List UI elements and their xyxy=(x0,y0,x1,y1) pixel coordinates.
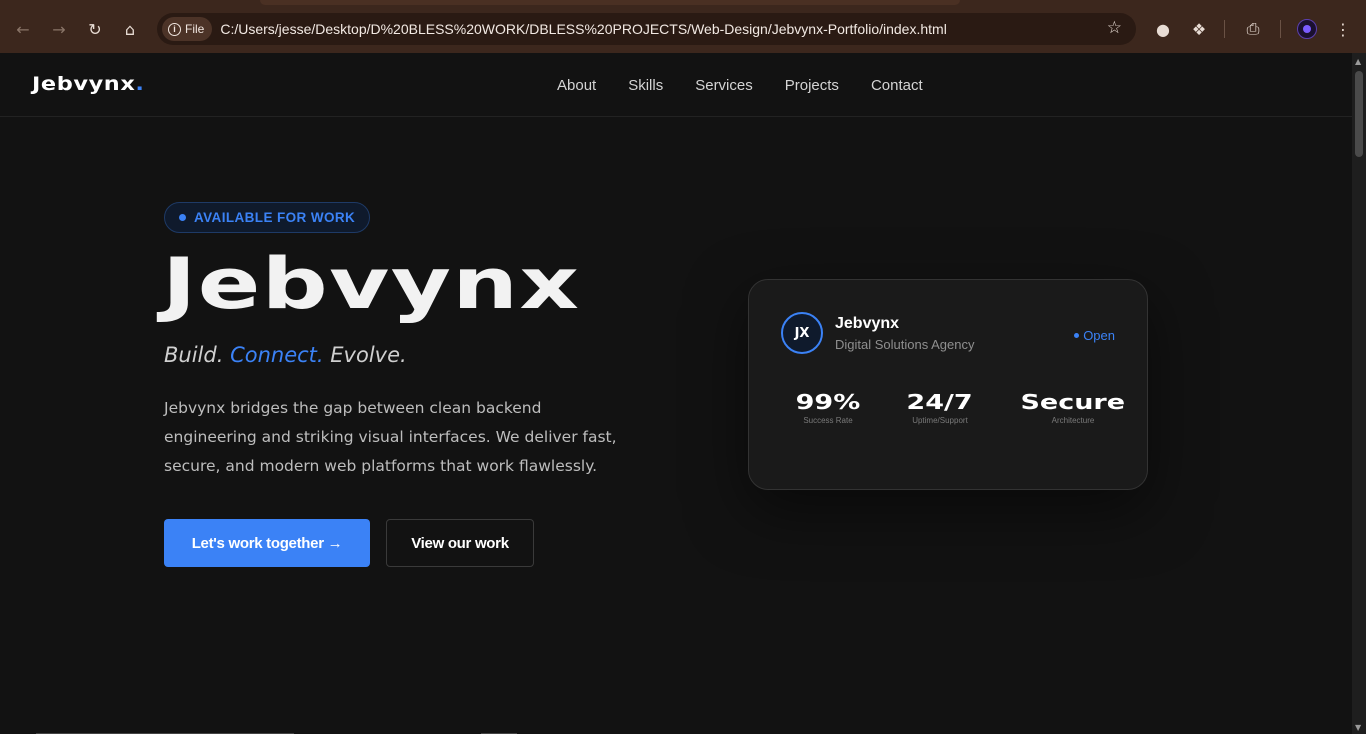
site-header: Jebvynx. About Skills Services Projects … xyxy=(0,53,1352,117)
stat-label: Uptime/Support xyxy=(912,416,968,425)
bookmark-star-icon[interactable]: ☆ xyxy=(1107,18,1122,38)
stat-success-rate: 99% Success Rate xyxy=(785,390,871,425)
agency-card: JX Jebvynx Digital Solutions Agency Open… xyxy=(748,279,1148,490)
nav-link-skills[interactable]: Skills xyxy=(628,77,663,94)
nav-link-contact[interactable]: Contact xyxy=(871,77,923,94)
print-icon[interactable]: ⎙ xyxy=(1238,14,1268,44)
profile-avatar-icon[interactable] xyxy=(1297,19,1317,39)
home-icon[interactable]: ⌂ xyxy=(115,14,145,44)
nav-link-about[interactable]: About xyxy=(557,77,596,94)
stat-uptime: 24/7 Uptime/Support xyxy=(895,390,985,425)
site-info-chip[interactable]: i File xyxy=(162,17,213,41)
toolbar-separator xyxy=(1280,20,1281,38)
page-scrollbar[interactable]: ▲ ▼ xyxy=(1352,53,1366,734)
info-icon: i xyxy=(168,22,181,36)
stat-label: Architecture xyxy=(1051,416,1095,425)
availability-badge: AVAILABLE FOR WORK xyxy=(164,202,371,233)
hero-description: Jebvynx bridges the gap between clean ba… xyxy=(164,399,617,475)
logo-accent-dot: . xyxy=(135,73,145,95)
extension-blob-icon[interactable]: ● xyxy=(1148,14,1178,44)
menu-kebab-icon[interactable]: ⋮ xyxy=(1328,14,1358,44)
stat-label: Success Rate xyxy=(803,416,853,425)
status-label: Open xyxy=(1083,328,1115,343)
forward-icon[interactable]: → xyxy=(44,14,74,44)
browser-toolbar: ← → ↻ ⌂ i File C:/Users/jesse/Desktop/D%… xyxy=(0,0,1366,53)
stat-secure: Secure Architecture xyxy=(1015,390,1131,425)
view-work-button[interactable]: View our work xyxy=(386,519,534,567)
availability-label: AVAILABLE FOR WORK xyxy=(194,210,356,225)
nav-link-projects[interactable]: Projects xyxy=(785,77,839,94)
status-dot-icon xyxy=(1074,333,1080,338)
nav-link-services[interactable]: Services xyxy=(695,77,753,94)
toolbar-separator xyxy=(1224,20,1225,38)
nav-links: About Skills Services Projects Contact xyxy=(557,77,923,94)
tagline-evolve: Evolve. xyxy=(330,343,407,367)
scroll-down-icon[interactable]: ▼ xyxy=(1355,723,1361,732)
hero-title: Jebvynx xyxy=(162,243,581,325)
url-text[interactable]: C:/Users/jesse/Desktop/D%20BLESS%20WORK/… xyxy=(220,21,946,37)
stat-value: Secure xyxy=(1020,390,1126,414)
site-logo[interactable]: Jebvynx. xyxy=(32,73,144,95)
tab-strip xyxy=(260,0,960,5)
card-name: Jebvynx xyxy=(835,315,900,332)
scroll-up-icon[interactable]: ▲ xyxy=(1355,57,1361,66)
status-badge: Open xyxy=(1074,328,1115,343)
page-viewport: Jebvynx. About Skills Services Projects … xyxy=(0,53,1352,734)
card-subtitle: Digital Solutions Agency xyxy=(835,337,975,352)
back-icon[interactable]: ← xyxy=(8,14,38,44)
address-bar[interactable]: i File C:/Users/jesse/Desktop/D%20BLESS%… xyxy=(157,13,1136,45)
scrollbar-thumb[interactable] xyxy=(1355,71,1363,157)
tagline-connect: Connect. xyxy=(230,343,324,367)
status-dot-icon xyxy=(179,214,186,221)
site-info-label: File xyxy=(185,22,205,36)
work-together-button[interactable]: Let's work together → xyxy=(164,519,370,567)
stat-value: 24/7 xyxy=(906,390,974,414)
tagline-build: Build. xyxy=(164,343,224,367)
hero-tagline: Build. Connect. Evolve. xyxy=(164,343,407,367)
stat-value: 99% xyxy=(795,390,861,414)
avatar: JX xyxy=(781,312,823,354)
reload-icon[interactable]: ↻ xyxy=(80,14,110,44)
extensions-puzzle-icon[interactable]: ❖ xyxy=(1184,14,1214,44)
